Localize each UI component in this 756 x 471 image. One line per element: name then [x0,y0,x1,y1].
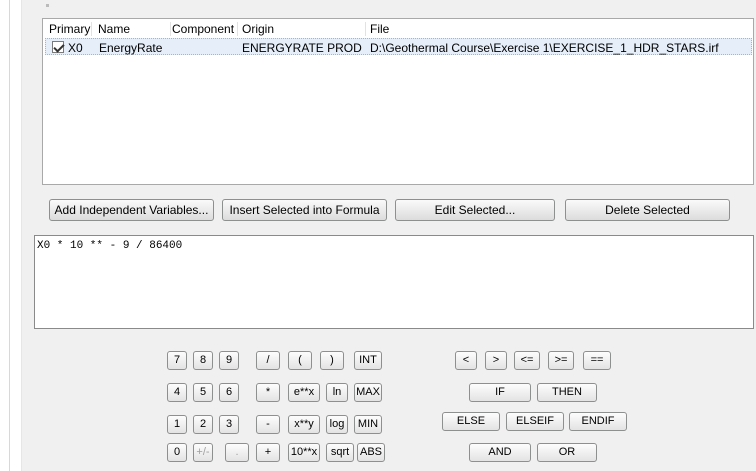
key-close-paren[interactable]: ) [320,351,344,370]
key-3[interactable]: 3 [219,415,239,434]
left-rail [0,0,22,471]
else-button[interactable]: ELSE [442,412,500,431]
variable-file: D:\Geothermal Course\Exercise 1\EXERCISE… [370,41,719,55]
formula-editor-panel: Primary Name Component Origin File X0 En… [22,0,756,471]
formula-textbox[interactable]: X0 * 10 ** - 9 / 86400 [34,235,754,329]
key-0[interactable]: 0 [167,443,187,462]
key-greater-than[interactable]: > [485,351,507,370]
key-minus[interactable]: - [256,415,280,434]
key-min[interactable]: MIN [354,415,382,434]
variable-name: EnergyRate [99,41,163,55]
key-1[interactable]: 1 [167,415,187,434]
insert-selected-into-formula-button[interactable]: Insert Selected into Formula [222,199,387,221]
key-max[interactable]: MAX [354,383,382,402]
key-8[interactable]: 8 [193,351,213,370]
or-button[interactable]: OR [537,443,597,462]
key-equal[interactable]: == [583,351,611,370]
key-abs[interactable]: ABS [357,443,385,462]
delete-selected-button[interactable]: Delete Selected [565,199,730,221]
key-sqrt[interactable]: sqrt [326,443,354,462]
edit-selected-button[interactable]: Edit Selected... [395,199,555,221]
endif-button[interactable]: ENDIF [569,412,627,431]
key-negate: +/- [193,443,213,462]
key-divide[interactable]: / [256,351,280,370]
primary-checkbox[interactable] [52,41,64,53]
top-strip [22,0,756,18]
key-plus[interactable]: + [256,443,280,462]
add-independent-variables-button[interactable]: Add Independent Variables... [49,199,214,221]
elseif-button[interactable]: ELSEIF [506,412,564,431]
key-ten-power[interactable]: 10**x [288,443,320,462]
variables-list-header: Primary Name Component Origin File [43,19,753,37]
key-power[interactable]: x**y [288,415,320,434]
key-9[interactable]: 9 [219,351,239,370]
column-component[interactable]: Component [168,22,238,36]
variable-row[interactable]: X0 EnergyRate ENERGYRATE PROD D:\Geother… [45,38,752,55]
column-origin[interactable]: Origin [238,22,366,36]
key-greater-equal[interactable]: >= [548,351,574,370]
key-int[interactable]: INT [354,351,382,370]
top-strip-mark [46,4,49,7]
rail-divider [9,0,10,471]
key-6[interactable]: 6 [219,383,239,402]
then-button[interactable]: THEN [537,383,597,402]
key-multiply[interactable]: * [256,383,280,402]
and-button[interactable]: AND [469,443,531,462]
key-7[interactable]: 7 [167,351,187,370]
if-button[interactable]: IF [469,383,531,402]
column-name[interactable]: Name [94,22,171,36]
column-primary[interactable]: Primary [45,22,92,36]
key-2[interactable]: 2 [193,415,213,434]
key-4[interactable]: 4 [167,383,187,402]
key-less-equal[interactable]: <= [514,351,540,370]
primary-label: X0 [68,41,83,55]
variable-origin: ENERGYRATE PROD [242,41,362,55]
key-log[interactable]: log [326,415,348,434]
variables-list[interactable]: Primary Name Component Origin File X0 En… [42,18,754,185]
key-less-than[interactable]: < [455,351,477,370]
key-ln[interactable]: ln [326,383,348,402]
column-file[interactable]: File [366,22,746,36]
key-decimal: . [225,443,249,462]
key-5[interactable]: 5 [193,383,213,402]
key-exp[interactable]: e**x [288,383,320,402]
key-open-paren[interactable]: ( [288,351,312,370]
